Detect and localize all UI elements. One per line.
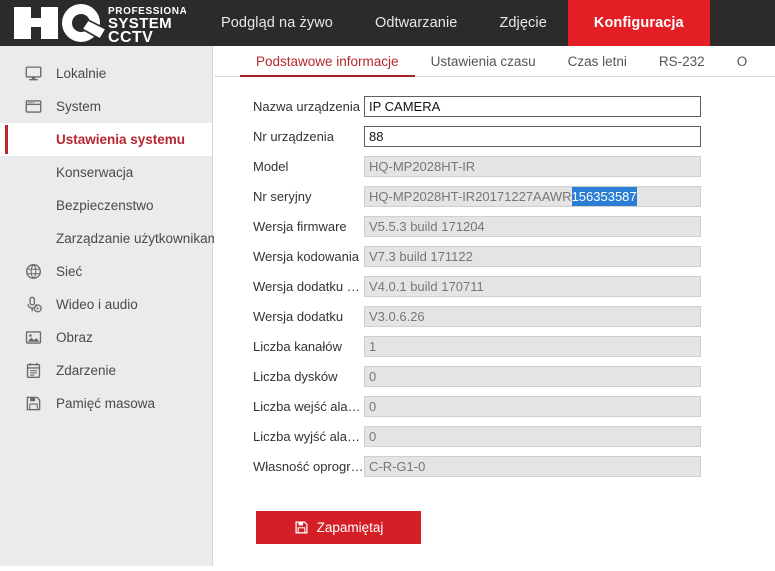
sidebar-item-label: Obraz xyxy=(56,330,93,345)
floppy-disk-icon xyxy=(22,393,44,415)
field-label: Liczba wejść alarmowych xyxy=(253,398,364,414)
form-row-disk-count: Liczba dysków 0 xyxy=(214,361,775,391)
field-label: Własność oprogramowan... xyxy=(253,458,364,474)
calendar-list-icon xyxy=(22,360,44,382)
page-root: PROFESSIONAL SYSTEM CCTV Podgląd na żywo… xyxy=(0,0,775,571)
top-header: PROFESSIONAL SYSTEM CCTV Podgląd na żywo… xyxy=(0,0,775,46)
device-name-input[interactable]: IP CAMERA xyxy=(364,95,701,117)
save-button[interactable]: Zapamiętaj xyxy=(256,511,421,544)
nav-item-picture[interactable]: Zdjęcie xyxy=(478,0,567,46)
field-label: Wersja dodatku WWW xyxy=(253,278,364,294)
tab-o[interactable]: O xyxy=(721,54,764,76)
sidebar-item-wideo-i-audio[interactable]: Wideo i audio xyxy=(0,288,212,321)
window-icon xyxy=(22,96,44,118)
field-label: Liczba dysków xyxy=(253,368,338,384)
sidebar-item-label: Pamięć masowa xyxy=(56,396,156,411)
tab-ustawienia-czasu[interactable]: Ustawienia czasu xyxy=(415,54,552,76)
plugin-version-value: V3.0.6.26 xyxy=(364,305,701,327)
alarm-input-count-value: 0 xyxy=(364,395,701,417)
form-row-alarm-output-count: Liczba wyjść alarmowych 0 xyxy=(214,421,775,451)
nav-item-live-view[interactable]: Podgląd na żywo xyxy=(200,0,354,46)
sidebar-item-konserwacja[interactable]: Konserwacja xyxy=(0,156,212,189)
sidebar-item-obraz[interactable]: Obraz xyxy=(0,321,212,354)
serial-number-selected-text: 156353587 xyxy=(571,186,637,206)
tab-podstawowe-informacje[interactable]: Podstawowe informacje xyxy=(240,54,415,77)
sidebar-footer-strip xyxy=(0,566,213,571)
firmware-version-value: V5.5.3 build 171204 xyxy=(364,215,701,237)
form-row-web-plugin-version: Wersja dodatku WWW V4.0.1 build 170711 xyxy=(214,271,775,301)
sidebar-item-label: Lokalnie xyxy=(56,66,107,81)
sidebar-item-bezpieczenstwo[interactable]: Bezpieczenstwo xyxy=(0,189,212,222)
form-row-firmware-version: Wersja firmware V5.5.3 build 171204 xyxy=(214,211,775,241)
serial-number-value: HQ-MP2028HT-IR20171227AAWR 156353587 xyxy=(364,185,701,207)
form-row-channel-count: Liczba kanałów 1 xyxy=(214,331,775,361)
main-navigation: Podgląd na żywo Odtwarzanie Zdjęcie Konf… xyxy=(200,0,710,46)
sidebar-item-label: Konserwacja xyxy=(56,165,134,180)
model-value: HQ-MP2028HT-IR xyxy=(364,155,701,177)
field-label: Wersja kodowania xyxy=(253,248,359,264)
tab-czas-letni[interactable]: Czas letni xyxy=(552,54,643,76)
form-row-serial-number: Nr seryjny HQ-MP2028HT-IR20171227AAWR 156… xyxy=(214,181,775,211)
device-number-input[interactable]: 88 xyxy=(364,125,701,147)
form-row-firmware-property: Własność oprogramowan... C-R-G1-0 xyxy=(214,451,775,481)
monitor-icon xyxy=(22,63,44,85)
serial-number-text: HQ-MP2028HT-IR20171227AAWR xyxy=(369,188,572,204)
sidebar-item-system[interactable]: System xyxy=(0,90,212,123)
sidebar-item-label: Wideo i audio xyxy=(56,297,138,312)
sidebar-item-label: Zdarzenie xyxy=(56,363,117,378)
form-row-plugin-version: Wersja dodatku V3.0.6.26 xyxy=(214,301,775,331)
main-content: Podstawowe informacje Ustawienia czasu C… xyxy=(214,46,775,571)
form-actions: Zapamiętaj xyxy=(214,511,775,544)
sidebar-item-lokalnie[interactable]: Lokalnie xyxy=(0,57,212,90)
sidebar-item-ustawienia-systemu[interactable]: Ustawienia systemu xyxy=(0,123,212,156)
form-row-model: Model HQ-MP2028HT-IR xyxy=(214,151,775,181)
field-label: Model xyxy=(253,158,289,174)
sidebar-item-pamiec-masowa[interactable]: Pamięć masowa xyxy=(0,387,212,420)
tab-rs-232[interactable]: RS-232 xyxy=(643,54,721,76)
tab-bar: Podstawowe informacje Ustawienia czasu C… xyxy=(214,46,775,77)
svg-text:CCTV: CCTV xyxy=(108,29,153,43)
sidebar-item-label: Bezpieczenstwo xyxy=(56,198,154,213)
field-label: Liczba wyjść alarmowych xyxy=(253,428,364,444)
sidebar-item-label: System xyxy=(56,99,102,114)
encoding-version-value: V7.3 build 171122 xyxy=(364,245,701,267)
sidebar-item-label: Sieć xyxy=(56,264,83,279)
sidebar-item-label: Ustawienia systemu xyxy=(56,132,186,147)
web-plugin-version-value: V4.0.1 build 170711 xyxy=(364,275,701,297)
form-row-alarm-input-count: Liczba wejść alarmowych 0 xyxy=(214,391,775,421)
form-row-device-name: Nazwa urządzenia IP CAMERA xyxy=(214,91,775,121)
nav-item-configuration[interactable]: Konfiguracja xyxy=(567,0,710,46)
field-label: Liczba kanałów xyxy=(253,338,342,354)
field-label: Nr seryjny xyxy=(253,188,312,204)
alarm-output-count-value: 0 xyxy=(364,425,701,447)
sidebar-item-zarzadzanie-uzytkownikami[interactable]: Zarządzanie użytkownikami xyxy=(0,222,222,255)
field-label: Wersja firmware xyxy=(253,218,347,234)
form-row-device-number: Nr urządzenia 88 xyxy=(214,121,775,151)
sidebar-item-siec[interactable]: Sieć xyxy=(0,255,212,288)
nav-item-playback[interactable]: Odtwarzanie xyxy=(354,0,479,46)
basic-info-form: Nazwa urządzenia IP CAMERA Nr urządzenia… xyxy=(214,77,775,544)
image-icon xyxy=(22,327,44,349)
field-label: Nazwa urządzenia xyxy=(253,98,360,114)
channel-count-value: 1 xyxy=(364,335,701,357)
field-label: Nr urządzenia xyxy=(253,128,334,144)
field-label: Wersja dodatku xyxy=(253,308,344,324)
save-button-label: Zapamiętaj xyxy=(316,520,384,535)
form-row-encoding-version: Wersja kodowania V7.3 build 171122 xyxy=(214,241,775,271)
brand-logo: PROFESSIONAL SYSTEM CCTV xyxy=(0,0,190,46)
floppy-disk-icon xyxy=(294,520,309,535)
firmware-property-value: C-R-G1-0 xyxy=(364,455,701,477)
logo-icon: PROFESSIONAL SYSTEM CCTV xyxy=(14,4,186,43)
sidebar-item-zdarzenie[interactable]: Zdarzenie xyxy=(0,354,212,387)
sidebar: Lokalnie System Ustawienia systemu Konse… xyxy=(0,46,222,566)
sidebar-item-label: Zarządzanie użytkownikami xyxy=(56,231,222,246)
disk-count-value: 0 xyxy=(364,365,701,387)
microphone-play-icon xyxy=(22,294,44,316)
globe-icon xyxy=(22,261,44,283)
